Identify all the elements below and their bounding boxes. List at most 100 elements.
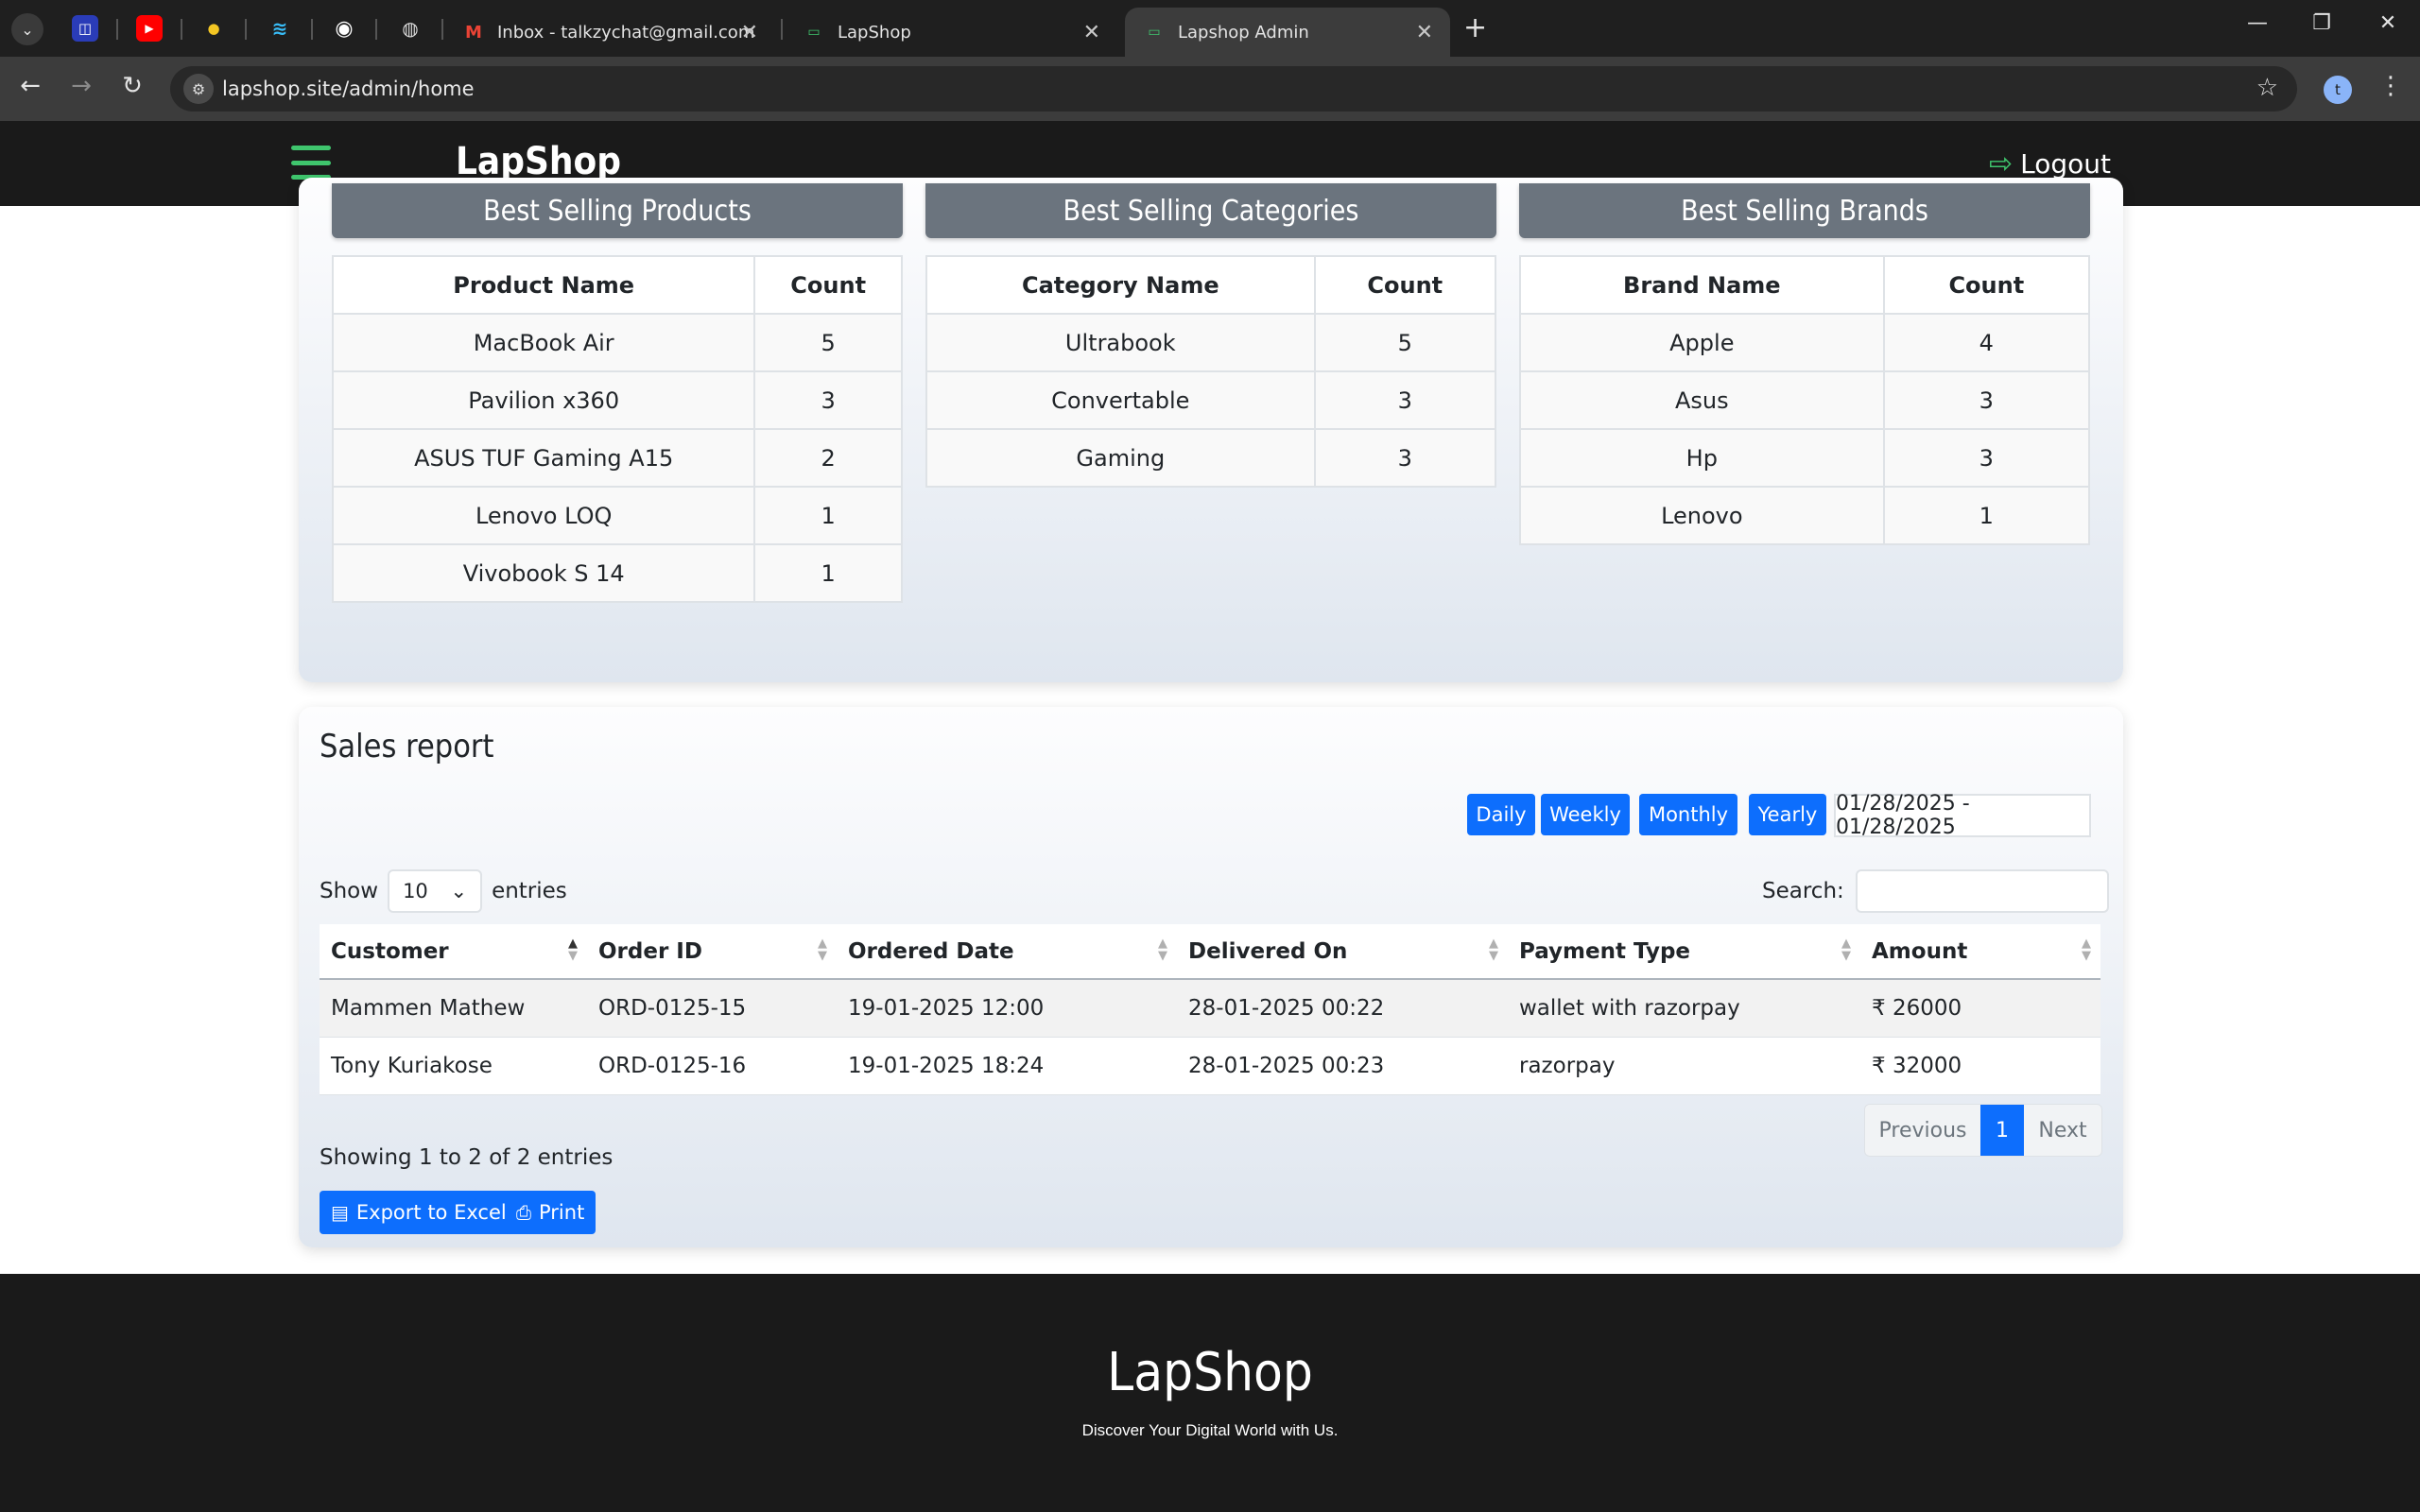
column-header: Brand Name — [1519, 255, 1885, 315]
column-header-payment-type[interactable]: Payment Type ▲ ▼ — [1508, 924, 1860, 980]
search-label: Search: — [1762, 879, 1844, 903]
sort-icon: ▲ ▼ — [1841, 936, 1851, 963]
tab-separator — [116, 19, 118, 40]
previous-page-button[interactable]: Previous — [1865, 1105, 1980, 1156]
pinned-tab-youtube-icon[interactable]: ▶ — [136, 15, 163, 42]
tab-lapshop[interactable]: ▭ LapShop ✕ — [785, 8, 1117, 57]
back-arrow-icon[interactable]: ← — [13, 72, 47, 100]
pinned-tab-contacts-icon[interactable]: ● — [200, 15, 227, 42]
close-tab-icon[interactable]: ✕ — [741, 21, 758, 44]
pinned-tab-globe-icon[interactable]: ◍ — [397, 15, 424, 42]
payment-type-cell: wallet with razorpay — [1508, 979, 1860, 1038]
hamburger-menu-icon[interactable] — [291, 146, 331, 180]
page-length-select[interactable]: 10 ⌄ — [388, 869, 483, 913]
column-header: Count — [753, 255, 903, 315]
brand-name: Apple — [1519, 313, 1885, 372]
chevron-down-icon: ⌄ — [450, 880, 468, 902]
forward-arrow-icon[interactable]: → — [64, 72, 98, 100]
pagination: Previous 1 Next — [1864, 1104, 2102, 1157]
table-row: Lenovo 1 — [1519, 486, 2091, 545]
pinned-tab-dashboard-icon[interactable]: ◫ — [72, 15, 98, 42]
best-brands-heading: Best Selling Brands — [1519, 183, 2090, 238]
print-label: Print — [539, 1201, 585, 1224]
monthly-filter-button[interactable]: Monthly — [1639, 794, 1737, 835]
best-selling-card: Best Selling Products Best Selling Categ… — [299, 178, 2123, 682]
page-1-button[interactable]: 1 — [1980, 1105, 2024, 1156]
column-header: Category Name — [925, 255, 1316, 315]
site-settings-icon[interactable]: ⚙ — [183, 74, 214, 104]
tab-lapshop-admin[interactable]: ▭ Lapshop Admin ✕ — [1125, 8, 1450, 57]
column-header-amount[interactable]: Amount ▲ ▼ — [1860, 924, 2100, 980]
customer-cell: Mammen Mathew — [320, 979, 587, 1038]
tab-separator — [245, 19, 247, 40]
new-tab-icon[interactable]: + — [1463, 11, 1487, 44]
column-header: Product Name — [331, 255, 756, 315]
column-header-order-id[interactable]: Order ID ▲ ▼ — [587, 924, 837, 980]
category-name: Ultrabook — [925, 313, 1316, 372]
restore-icon[interactable]: ❐ — [2303, 11, 2341, 35]
tab-title: Lapshop Admin — [1178, 22, 1309, 43]
delivered-on-cell: 28-01-2025 00:22 — [1177, 979, 1508, 1038]
search-input[interactable] — [1855, 869, 2109, 913]
date-range-input[interactable]: 01/28/2025 - 01/28/2025 — [1834, 792, 2091, 839]
tab-title: Inbox - talkzychat@gmail.com — [497, 22, 755, 43]
show-label: Show — [320, 879, 379, 903]
footer-brand: LapShop — [1107, 1342, 1313, 1403]
url-text[interactable]: lapshop.site/admin/home — [222, 77, 475, 100]
close-tab-icon[interactable]: ✕ — [1416, 21, 1433, 44]
best-products-heading: Best Selling Products — [332, 183, 903, 238]
tab-separator — [441, 19, 443, 40]
category-name: Convertable — [925, 370, 1316, 430]
site-footer: LapShop Discover Your Digital World with… — [0, 1274, 2420, 1512]
brand-count: 3 — [1882, 428, 2091, 488]
sales-report-card: Sales report Daily Weekly Monthly Yearly… — [299, 707, 2123, 1247]
export-excel-button[interactable]: ▤ Export to Excel — [320, 1191, 518, 1234]
minimize-icon[interactable]: — — [2238, 11, 2276, 35]
profile-avatar[interactable]: t — [2324, 76, 2352, 104]
table-row: Mammen Mathew ORD-0125-15 19-01-2025 12:… — [320, 979, 2100, 1038]
brand-name: Lenovo — [1519, 486, 1885, 545]
order-id-cell: ORD-0125-15 — [587, 979, 837, 1038]
column-header-ordered-date[interactable]: Ordered Date ▲ ▼ — [837, 924, 1177, 980]
daily-filter-button[interactable]: Daily — [1467, 794, 1535, 835]
payment-type-cell: razorpay — [1508, 1037, 1860, 1095]
column-header-delivered-on[interactable]: Delivered On ▲ ▼ — [1177, 924, 1508, 980]
print-button[interactable]: ⎙ Print — [505, 1191, 596, 1234]
tab-search-icon[interactable]: ⌄ — [11, 13, 43, 45]
browser-menu-icon[interactable]: ⋮ — [2378, 72, 2403, 100]
next-page-button[interactable]: Next — [2024, 1105, 2101, 1156]
amount-cell: ₹ 32000 — [1860, 1037, 2100, 1095]
table-row: Lenovo LOQ 1 — [331, 486, 903, 545]
address-bar[interactable]: ⚙ lapshop.site/admin/home ☆ — [170, 66, 2297, 112]
table-row: MacBook Air 5 — [331, 313, 903, 372]
brand-name: Hp — [1519, 428, 1885, 488]
product-count: 1 — [753, 543, 903, 603]
pinned-tab-github-icon[interactable]: ◉ — [331, 15, 357, 42]
sort-icon: ▲ ▼ — [2082, 936, 2091, 963]
close-tab-icon[interactable]: ✕ — [1083, 21, 1100, 44]
logout-link[interactable]: ⇨ Logout — [1989, 147, 2111, 180]
pinned-tab-tailwind-icon[interactable]: ≋ — [267, 15, 293, 42]
browser-tab-bar: ⌄ ◫ ▶ ● ≋ ◉ ◍ M Inbox - talkzychat@gmail… — [0, 0, 2420, 57]
table-row: Gaming 3 — [925, 428, 1497, 488]
tab-separator — [181, 19, 182, 40]
tab-gmail[interactable]: M Inbox - talkzychat@gmail.com ✕ — [444, 8, 775, 57]
export-label: Export to Excel — [355, 1201, 507, 1224]
table-row: Asus 3 — [1519, 370, 2091, 430]
footer-tagline: Discover Your Digital World with Us. — [1081, 1421, 1339, 1439]
product-count: 1 — [753, 486, 903, 545]
page-length-control: Show 10 ⌄ entries — [320, 869, 567, 913]
product-name: Lenovo LOQ — [331, 486, 756, 545]
order-id-cell: ORD-0125-16 — [587, 1037, 837, 1095]
table-row: Apple 4 — [1519, 313, 2091, 372]
window-close-icon[interactable]: ✕ — [2369, 11, 2407, 35]
column-header-customer[interactable]: Customer ▲ ▼ — [320, 924, 587, 980]
bookmark-star-icon[interactable]: ☆ — [2256, 74, 2278, 102]
weekly-filter-button[interactable]: Weekly — [1541, 794, 1630, 835]
search-control: Search: — [1762, 869, 2109, 913]
reload-icon[interactable]: ↻ — [115, 72, 149, 100]
yearly-filter-button[interactable]: Yearly — [1749, 794, 1826, 835]
ordered-date-cell: 19-01-2025 12:00 — [837, 979, 1177, 1038]
product-name: Vivobook S 14 — [331, 543, 756, 603]
brand-name: Asus — [1519, 370, 1885, 430]
